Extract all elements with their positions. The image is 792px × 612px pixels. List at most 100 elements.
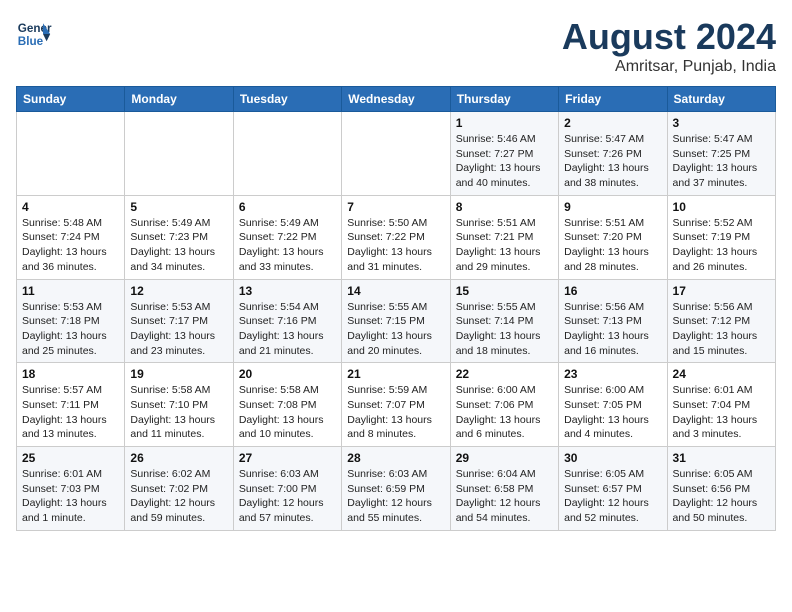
weekday-header-monday: Monday bbox=[125, 87, 233, 112]
day-number: 18 bbox=[22, 367, 119, 381]
day-number: 31 bbox=[673, 451, 770, 465]
calendar-cell: 28Sunrise: 6:03 AM Sunset: 6:59 PM Dayli… bbox=[342, 447, 450, 531]
day-number: 8 bbox=[456, 200, 553, 214]
calendar-cell: 13 Sunrise: 5:54 AM Sunset: 7:16 PM Dayli… bbox=[233, 279, 341, 363]
week-row-3: 11 Sunrise: 5:53 AM Sunset: 7:18 PM Dayli… bbox=[17, 279, 776, 363]
day-info: Sunrise: 5:57 AM Sunset: 7:11 PM Dayligh… bbox=[22, 383, 119, 442]
day-number: 6 bbox=[239, 200, 336, 214]
calendar-table: SundayMondayTuesdayWednesdayThursdayFrid… bbox=[16, 86, 776, 531]
day-number: 17 bbox=[673, 284, 770, 298]
title-block: August 2024 Amritsar, Punjab, India bbox=[562, 16, 776, 76]
day-number: 16 bbox=[564, 284, 661, 298]
day-number: 22 bbox=[456, 367, 553, 381]
day-info: Sunrise: 5:53 AM Sunset: 7:17 PM Dayligh… bbox=[130, 300, 227, 359]
day-info: Sunrise: 5:53 AM Sunset: 7:18 PM Dayligh… bbox=[22, 300, 119, 359]
logo: General Blue bbox=[16, 16, 52, 52]
day-info: Sunrise: 5:55 AM Sunset: 7:15 PM Dayligh… bbox=[347, 300, 444, 359]
day-info: Sunrise: 6:00 AM Sunset: 7:06 PM Dayligh… bbox=[456, 383, 553, 442]
week-row-5: 25 Sunrise: 6:01 AM Sunset: 7:03 PM Dayli… bbox=[17, 447, 776, 531]
calendar-cell bbox=[233, 112, 341, 196]
calendar-cell bbox=[125, 112, 233, 196]
calendar-cell: 21Sunrise: 5:59 AM Sunset: 7:07 PM Dayli… bbox=[342, 363, 450, 447]
calendar-cell: 5 Sunrise: 5:49 AM Sunset: 7:23 PM Daylig… bbox=[125, 195, 233, 279]
calendar-cell: 4 Sunrise: 5:48 AM Sunset: 7:24 PM Daylig… bbox=[17, 195, 125, 279]
day-number: 15 bbox=[456, 284, 553, 298]
day-number: 3 bbox=[673, 116, 770, 130]
calendar-cell: 17 Sunrise: 5:56 AM Sunset: 7:12 PM Dayli… bbox=[667, 279, 775, 363]
calendar-cell: 12 Sunrise: 5:53 AM Sunset: 7:17 PM Dayli… bbox=[125, 279, 233, 363]
day-info: Sunrise: 5:51 AM Sunset: 7:20 PM Dayligh… bbox=[564, 216, 661, 275]
day-number: 5 bbox=[130, 200, 227, 214]
calendar-cell: 2 Sunrise: 5:47 AM Sunset: 7:26 PM Daylig… bbox=[559, 112, 667, 196]
day-number: 20 bbox=[239, 367, 336, 381]
calendar-cell bbox=[17, 112, 125, 196]
day-info: Sunrise: 5:49 AM Sunset: 7:23 PM Dayligh… bbox=[130, 216, 227, 275]
day-info: Sunrise: 5:56 AM Sunset: 7:12 PM Dayligh… bbox=[673, 300, 770, 359]
day-number: 4 bbox=[22, 200, 119, 214]
weekday-header-thursday: Thursday bbox=[450, 87, 558, 112]
calendar-cell: 29 Sunrise: 6:04 AM Sunset: 6:58 PM Dayli… bbox=[450, 447, 558, 531]
calendar-cell: 18 Sunrise: 5:57 AM Sunset: 7:11 PM Dayli… bbox=[17, 363, 125, 447]
calendar-cell: 25 Sunrise: 6:01 AM Sunset: 7:03 PM Dayli… bbox=[17, 447, 125, 531]
calendar-cell: 27Sunrise: 6:03 AM Sunset: 7:00 PM Dayli… bbox=[233, 447, 341, 531]
day-info: Sunrise: 5:50 AM Sunset: 7:22 PM Dayligh… bbox=[347, 216, 444, 275]
day-number: 23 bbox=[564, 367, 661, 381]
calendar-cell: 20Sunrise: 5:58 AM Sunset: 7:08 PM Dayli… bbox=[233, 363, 341, 447]
calendar-cell: 30Sunrise: 6:05 AM Sunset: 6:57 PM Dayli… bbox=[559, 447, 667, 531]
week-row-4: 18 Sunrise: 5:57 AM Sunset: 7:11 PM Dayli… bbox=[17, 363, 776, 447]
day-info: Sunrise: 5:52 AM Sunset: 7:19 PM Dayligh… bbox=[673, 216, 770, 275]
page-header: General Blue August 2024 Amritsar, Punja… bbox=[16, 16, 776, 76]
logo-icon: General Blue bbox=[16, 16, 52, 52]
day-info: Sunrise: 5:49 AM Sunset: 7:22 PM Dayligh… bbox=[239, 216, 336, 275]
day-number: 25 bbox=[22, 451, 119, 465]
day-info: Sunrise: 6:03 AM Sunset: 6:59 PM Dayligh… bbox=[347, 467, 444, 526]
calendar-cell: 7 Sunrise: 5:50 AM Sunset: 7:22 PM Daylig… bbox=[342, 195, 450, 279]
calendar-cell: 15 Sunrise: 5:55 AM Sunset: 7:14 PM Dayli… bbox=[450, 279, 558, 363]
day-number: 19 bbox=[130, 367, 227, 381]
day-number: 27 bbox=[239, 451, 336, 465]
calendar-cell: 3 Sunrise: 5:47 AM Sunset: 7:25 PM Daylig… bbox=[667, 112, 775, 196]
day-info: Sunrise: 5:48 AM Sunset: 7:24 PM Dayligh… bbox=[22, 216, 119, 275]
day-info: Sunrise: 6:05 AM Sunset: 6:56 PM Dayligh… bbox=[673, 467, 770, 526]
day-info: Sunrise: 6:05 AM Sunset: 6:57 PM Dayligh… bbox=[564, 467, 661, 526]
day-number: 11 bbox=[22, 284, 119, 298]
calendar-cell bbox=[342, 112, 450, 196]
calendar-cell: 31 Sunrise: 6:05 AM Sunset: 6:56 PM Dayli… bbox=[667, 447, 775, 531]
day-info: Sunrise: 5:56 AM Sunset: 7:13 PM Dayligh… bbox=[564, 300, 661, 359]
day-number: 2 bbox=[564, 116, 661, 130]
day-info: Sunrise: 6:01 AM Sunset: 7:04 PM Dayligh… bbox=[673, 383, 770, 442]
weekday-header-saturday: Saturday bbox=[667, 87, 775, 112]
weekday-header-tuesday: Tuesday bbox=[233, 87, 341, 112]
location: Amritsar, Punjab, India bbox=[562, 58, 776, 76]
day-info: Sunrise: 6:00 AM Sunset: 7:05 PM Dayligh… bbox=[564, 383, 661, 442]
svg-text:Blue: Blue bbox=[18, 35, 44, 48]
day-number: 24 bbox=[673, 367, 770, 381]
calendar-cell: 19 Sunrise: 5:58 AM Sunset: 7:10 PM Dayli… bbox=[125, 363, 233, 447]
day-info: Sunrise: 5:51 AM Sunset: 7:21 PM Dayligh… bbox=[456, 216, 553, 275]
day-info: Sunrise: 5:55 AM Sunset: 7:14 PM Dayligh… bbox=[456, 300, 553, 359]
day-number: 14 bbox=[347, 284, 444, 298]
calendar-cell: 8 Sunrise: 5:51 AM Sunset: 7:21 PM Daylig… bbox=[450, 195, 558, 279]
calendar-cell: 9 Sunrise: 5:51 AM Sunset: 7:20 PM Daylig… bbox=[559, 195, 667, 279]
day-number: 21 bbox=[347, 367, 444, 381]
weekday-header-friday: Friday bbox=[559, 87, 667, 112]
day-number: 13 bbox=[239, 284, 336, 298]
week-row-2: 4 Sunrise: 5:48 AM Sunset: 7:24 PM Daylig… bbox=[17, 195, 776, 279]
calendar-cell: 6 Sunrise: 5:49 AM Sunset: 7:22 PM Daylig… bbox=[233, 195, 341, 279]
day-info: Sunrise: 5:47 AM Sunset: 7:26 PM Dayligh… bbox=[564, 132, 661, 191]
day-info: Sunrise: 5:54 AM Sunset: 7:16 PM Dayligh… bbox=[239, 300, 336, 359]
weekday-header-wednesday: Wednesday bbox=[342, 87, 450, 112]
day-info: Sunrise: 6:04 AM Sunset: 6:58 PM Dayligh… bbox=[456, 467, 553, 526]
day-info: Sunrise: 5:47 AM Sunset: 7:25 PM Dayligh… bbox=[673, 132, 770, 191]
day-number: 9 bbox=[564, 200, 661, 214]
day-number: 29 bbox=[456, 451, 553, 465]
calendar-cell: 1Sunrise: 5:46 AM Sunset: 7:27 PM Daylig… bbox=[450, 112, 558, 196]
day-number: 7 bbox=[347, 200, 444, 214]
month-year: August 2024 bbox=[562, 16, 776, 58]
calendar-cell: 22 Sunrise: 6:00 AM Sunset: 7:06 PM Dayli… bbox=[450, 363, 558, 447]
day-number: 26 bbox=[130, 451, 227, 465]
day-info: Sunrise: 5:58 AM Sunset: 7:10 PM Dayligh… bbox=[130, 383, 227, 442]
day-info: Sunrise: 6:01 AM Sunset: 7:03 PM Dayligh… bbox=[22, 467, 119, 526]
calendar-header: SundayMondayTuesdayWednesdayThursdayFrid… bbox=[17, 87, 776, 112]
day-number: 12 bbox=[130, 284, 227, 298]
